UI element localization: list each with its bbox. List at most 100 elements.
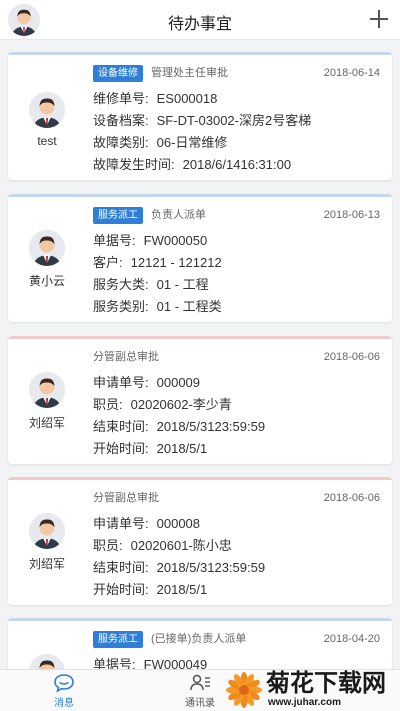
field-value: 2018/5/3123:59:59 [156, 560, 266, 575]
page-title: 待办事宜 [167, 16, 232, 33]
avatar-icon [29, 372, 65, 408]
card-accent-bar [8, 618, 392, 621]
field-row: 结束时间: 2018/5/3123:59:59 [93, 416, 384, 438]
field-value: 01 - 工程类 [156, 299, 222, 314]
card-fields: 申请单号: 000009 职员: 02020602-李少青 结束时间: 2018/5/… [93, 372, 384, 460]
field-value: SF-DT-03002-深房2号客梯 [156, 113, 312, 128]
card-person [8, 654, 86, 669]
field-row: 申请单号: 000008 [93, 513, 384, 535]
field-label: 职员: [93, 397, 123, 412]
approval-step: 分管副总审批 [93, 492, 159, 504]
field-label: 申请单号: [93, 375, 149, 390]
field-row: 故障类别: 06-日常维修 [93, 132, 384, 154]
avatar-icon [29, 230, 65, 266]
site-watermark: 菊花下载网 www.juhar.com [226, 669, 400, 711]
field-label: 维修单号: [93, 91, 149, 106]
field-row: 设备档案: SF-DT-03002-深房2号客梯 [93, 110, 384, 132]
field-value: FW000049 [143, 657, 208, 669]
card-fields: 单据号: FW000050 客户: 12121 - 121212 服务大类: 01 -… [93, 230, 384, 318]
field-value: 2018/5/3123:59:59 [156, 419, 266, 434]
field-label: 故障类别: [93, 135, 149, 150]
field-value: 12121 - 121212 [130, 255, 222, 270]
field-row: 故障发生时间: 2018/6/1416:31:00 [93, 154, 384, 176]
type-badge: 设备维修 [93, 65, 143, 82]
app-header: 待办事宜 [0, 0, 400, 40]
field-row: 结束时间: 2018/5/3123:59:59 [93, 557, 384, 579]
field-label: 开始时间: [93, 582, 149, 597]
field-row: 职员: 02020601-陈小忠 [93, 535, 384, 557]
type-badge: 服务派工 [93, 207, 143, 224]
card-date: 2018-06-14 [323, 67, 380, 79]
person-name: 刘绍军 [28, 416, 65, 430]
field-row: 客户: 12121 - 121212 [93, 252, 384, 274]
avatar-icon [29, 513, 65, 549]
field-label: 单据号: [93, 233, 136, 248]
contacts-icon [189, 673, 211, 693]
field-value: ES000018 [156, 91, 218, 106]
field-row: 开始时间: 2018/5/1 [93, 579, 384, 601]
todo-card[interactable]: test 设备维修 管理处主任审批 2018-06-14 维修单号: ES0000… [8, 52, 392, 180]
field-value: 2018/5/1 [156, 582, 208, 597]
plus-icon[interactable] [368, 8, 390, 30]
field-row: 服务大类: 01 - 工程 [93, 274, 384, 296]
avatar-icon [29, 92, 65, 128]
card-fields: 维修单号: ES000018 设备档案: SF-DT-03002-深房2号客梯 故障… [93, 88, 384, 176]
field-value: 000008 [156, 516, 201, 531]
field-value: 02020602-李少青 [130, 397, 232, 412]
field-row: 开始时间: 2018/5/1 [93, 438, 384, 460]
type-badge: 服务派工 [93, 631, 143, 648]
todo-card[interactable]: 黄小云 服务派工 负责人派单 2018-06-13 单据号: FW000050 客… [8, 194, 392, 322]
field-value: 01 - 工程 [156, 277, 209, 292]
card-accent-bar [8, 477, 392, 480]
card-person: 黄小云 [8, 230, 86, 289]
card-date: 2018-06-06 [323, 492, 380, 504]
watermark-text: 菊花下载网 [266, 669, 386, 697]
chat-bubble-icon [53, 673, 75, 693]
todo-card[interactable]: 刘绍军 分管副总审批 2018-06-06 申请单号: 000008 职员: 020… [8, 477, 392, 605]
watermark-url: www.juhar.com [268, 697, 341, 708]
approval-step: 分管副总审批 [93, 351, 159, 363]
field-label: 开始时间: [93, 441, 149, 456]
field-label: 结束时间: [93, 419, 149, 434]
card-date: 2018-06-06 [323, 351, 380, 363]
field-row: 单据号: FW000050 [93, 230, 384, 252]
tab-messages-label: 消息 [54, 698, 74, 709]
person-name: test [37, 134, 57, 148]
field-value: 000009 [156, 375, 201, 390]
field-label: 结束时间: [93, 560, 149, 575]
field-label: 申请单号: [93, 516, 149, 531]
card-accent-bar [8, 336, 392, 339]
approval-step: 管理处主任审批 [151, 67, 228, 79]
approval-step: 负责人派单 [151, 209, 206, 221]
field-label: 职员: [93, 538, 123, 553]
card-fields: 申请单号: 000008 职员: 02020601-陈小忠 结束时间: 2018/5/… [93, 513, 384, 601]
field-label: 客户: [93, 255, 123, 270]
todo-card[interactable]: 服务派工 (已接单)负责人派单 2018-04-20 单据号: FW000049 [8, 618, 392, 669]
card-person: 刘绍军 [8, 372, 86, 431]
field-label: 服务类别: [93, 299, 149, 314]
card-accent-bar [8, 194, 392, 197]
card-date: 2018-04-20 [323, 633, 380, 645]
field-label: 单据号: [93, 657, 136, 669]
field-row: 职员: 02020602-李少青 [93, 394, 384, 416]
person-name: 刘绍军 [28, 557, 65, 571]
field-value: 2018/5/1 [156, 441, 208, 456]
card-fields: 单据号: FW000049 [93, 654, 384, 669]
todo-card[interactable]: 刘绍军 分管副总审批 2018-06-06 申请单号: 000009 职员: 020… [8, 336, 392, 464]
todo-list: test 设备维修 管理处主任审批 2018-06-14 维修单号: ES0000… [0, 40, 400, 669]
card-person: test [8, 92, 86, 148]
tab-contacts[interactable]: 通讯录 [170, 673, 230, 709]
person-name: 黄小云 [28, 274, 65, 288]
tab-contacts-label: 通讯录 [185, 698, 215, 709]
approval-step: (已接单)负责人派单 [151, 633, 247, 645]
chrysanthemum-logo-icon [226, 672, 262, 708]
field-label: 故障发生时间: [93, 157, 175, 172]
card-person: 刘绍军 [8, 513, 86, 572]
field-value: 06-日常维修 [156, 135, 228, 150]
field-label: 设备档案: [93, 113, 149, 128]
tab-messages[interactable]: 消息 [34, 673, 94, 709]
field-value: 02020601-陈小忠 [130, 538, 232, 553]
field-label: 服务大类: [93, 277, 149, 292]
card-date: 2018-06-13 [323, 209, 380, 221]
field-row: 服务类别: 01 - 工程类 [93, 296, 384, 318]
